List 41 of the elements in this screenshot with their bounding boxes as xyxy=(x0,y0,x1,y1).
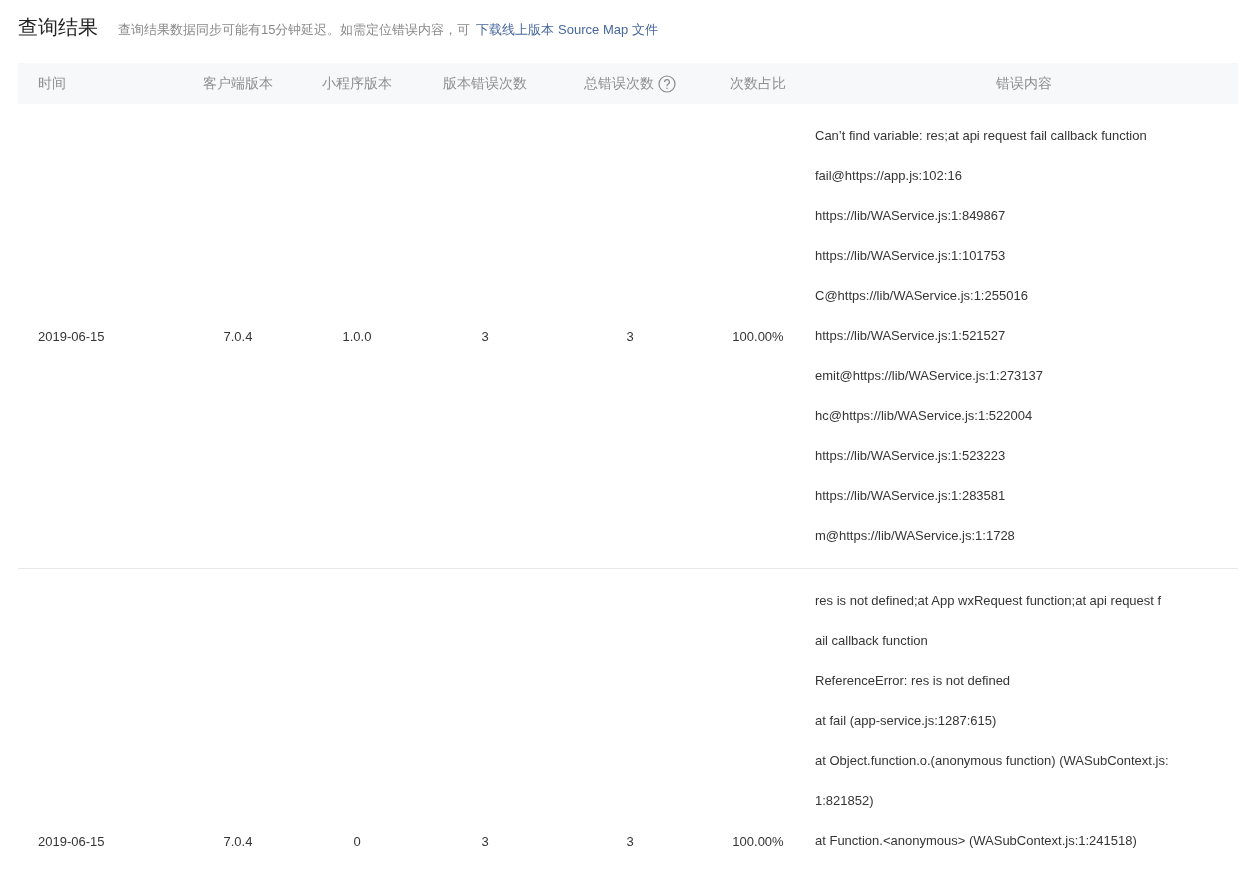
notice-text: 查询结果数据同步可能有15分钟延迟。如需定位错误内容，可 xyxy=(118,21,471,39)
page-title: 查询结果 xyxy=(18,15,98,40)
help-icon[interactable] xyxy=(658,74,676,93)
error-stack-line: https://lib/WAService.js:1:523223 xyxy=(815,447,1007,465)
table-cell: 100.00% xyxy=(732,833,784,849)
table-cell: 2019-06-15 xyxy=(38,833,105,849)
error-stack-line: 1:821852) xyxy=(815,792,875,810)
sourcemap-download-link[interactable]: 下载线上版本 Source Map 文件 xyxy=(476,21,658,39)
error-stack-line: ReferenceError: res is not defined xyxy=(815,672,1012,690)
table-cell: 3 xyxy=(626,328,634,344)
error-stack-line: https://lib/WAService.js:1:849867 xyxy=(815,207,1007,225)
error-stack-line: at Function.<anonymous> (WASubContext.js:1:241518) xyxy=(815,832,1138,850)
table-cell: 3 xyxy=(481,328,489,344)
table-cell: 0 xyxy=(353,833,361,849)
table-cell: 7.0.4 xyxy=(223,328,253,344)
error-stack-line: hc@https://lib/WAService.js:1:522004 xyxy=(815,407,1034,425)
error-stack-line: res is not defined;at App wxRequest function;at api request f xyxy=(815,592,1163,610)
error-stack-line: at fail (app-service.js:1287:615) xyxy=(815,712,998,730)
error-stack-line: ail callback function xyxy=(815,632,929,650)
error-stack-line: at Object.function.o.(anonymous function) (WASubContext.js: xyxy=(815,752,1170,770)
column-header: 小程序版本 xyxy=(322,74,392,93)
table-cell: 2019-06-15 xyxy=(38,328,105,344)
error-stack-line: m@https://lib/WAService.js:1:1728 xyxy=(815,527,1016,545)
column-header: 错误内容 xyxy=(996,74,1052,93)
table-cell: 3 xyxy=(626,833,634,849)
table-cell: 1.0.0 xyxy=(342,328,372,344)
error-stack-line: https://lib/WAService.js:1:521527 xyxy=(815,327,1007,345)
table-cell: 3 xyxy=(481,833,489,849)
error-stack-line: fail@https://app.js:102:16 xyxy=(815,167,963,185)
table-cell: 100.00% xyxy=(732,328,784,344)
error-stack-line: Can’t find variable: res;at api request fail callback function xyxy=(815,127,1148,145)
error-stack-line: emit@https://lib/WAService.js:1:273137 xyxy=(815,367,1045,385)
error-stack-line: C@https://lib/WAService.js:1:255016 xyxy=(815,287,1029,305)
column-header: 总错误次数 xyxy=(584,74,654,93)
table-cell: 7.0.4 xyxy=(223,833,253,849)
error-stack-line: https://lib/WAService.js:1:101753 xyxy=(815,247,1007,265)
column-header: 版本错误次数 xyxy=(443,74,527,93)
column-header: 客户端版本 xyxy=(203,74,273,93)
column-header: 次数占比 xyxy=(730,74,786,93)
error-stack-line: https://lib/WAService.js:1:283581 xyxy=(815,487,1007,505)
column-header: 时间 xyxy=(38,74,66,93)
